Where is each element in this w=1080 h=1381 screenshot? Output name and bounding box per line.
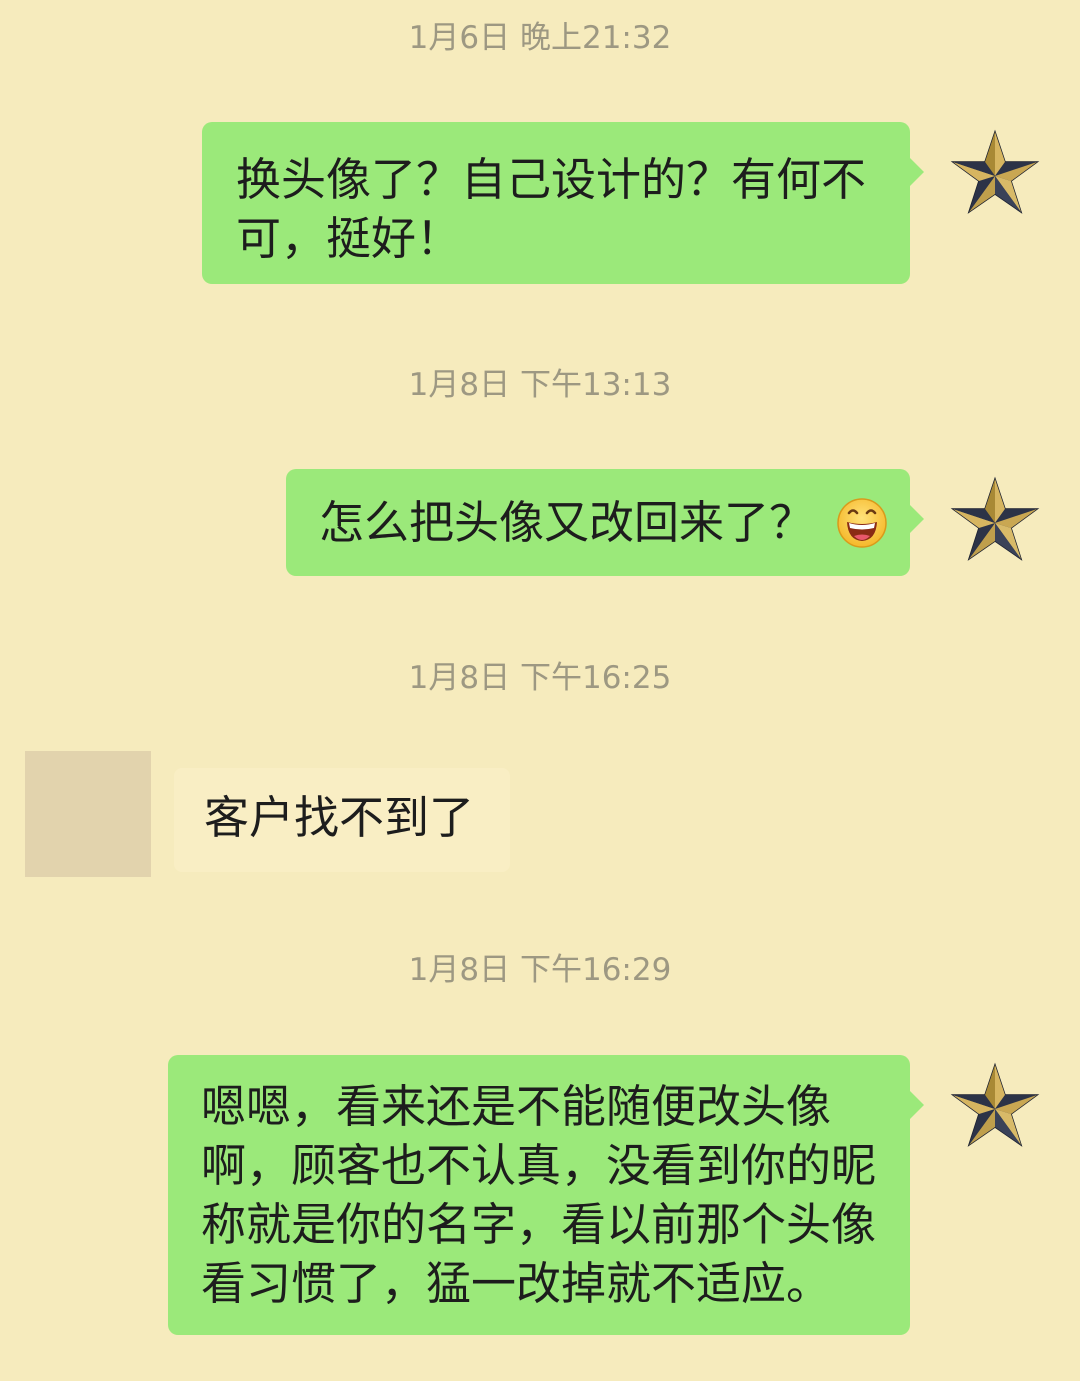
- message-bubble-sent[interactable]: 换头像了？自己设计的？有何不可，挺好！: [202, 122, 924, 284]
- my-avatar[interactable]: [943, 469, 1047, 573]
- message-bubble-sent[interactable]: 嗯嗯，看来还是不能随便改头像啊，顾客也不认真，没看到你的昵称就是你的名字，看以前…: [168, 1055, 924, 1335]
- message-text: 嗯嗯，看来还是不能随便改头像啊，顾客也不认真，没看到你的昵称就是你的名字，看以前…: [201, 1080, 877, 1310]
- my-avatar[interactable]: [943, 122, 1047, 226]
- star-icon: [943, 122, 1047, 226]
- message-text: 换头像了？自己设计的？有何不可，挺好！: [236, 153, 867, 265]
- star-icon: [943, 469, 1047, 573]
- chat-area[interactable]: 1月6日 晚上21:32 换头像了？自己设计的？有何不可，挺好！ 1月8日 下午…: [0, 0, 1080, 1381]
- timestamp: 1月8日 下午13:13: [408, 367, 672, 403]
- message-bubble-sent[interactable]: 怎么把头像又改回来了？: [286, 469, 924, 576]
- message-text: 客户找不到了: [204, 791, 475, 844]
- message-bubble-received[interactable]: 客户找不到了: [174, 768, 510, 872]
- star-icon: [943, 1055, 1047, 1159]
- timestamp: 1月6日 晚上21:32: [408, 20, 672, 56]
- timestamp: 1月8日 下午16:25: [408, 660, 672, 696]
- message-text: 怎么把头像又改回来了？: [319, 496, 815, 549]
- my-avatar[interactable]: [943, 1055, 1047, 1159]
- grinning-face-emoji-icon: [837, 498, 887, 548]
- contact-avatar[interactable]: [25, 751, 151, 877]
- timestamp: 1月8日 下午16:29: [408, 952, 672, 988]
